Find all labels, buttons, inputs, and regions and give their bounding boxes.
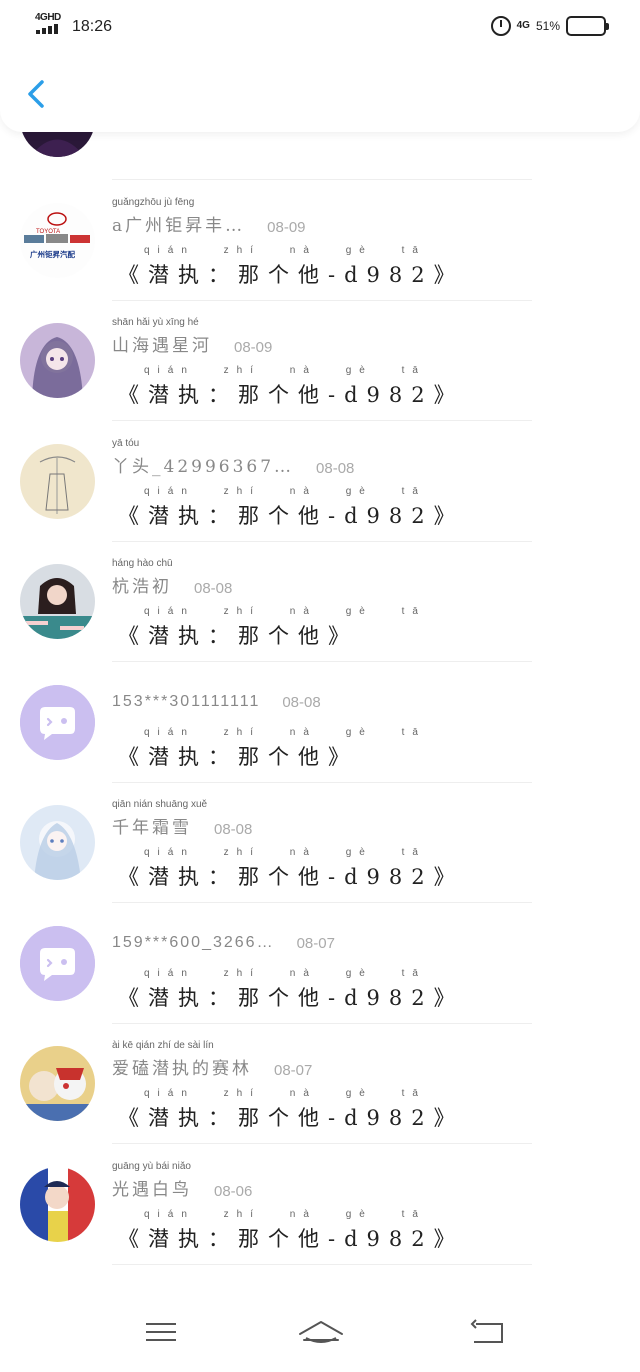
contact-name: 光遇白鸟 xyxy=(112,1179,192,1200)
conversation-row[interactable]: háng hào chū 杭浩初 08-08 qián zhí nà gè tā… xyxy=(0,542,640,662)
name-pinyin: shān hǎi yù xīng hé xyxy=(112,317,199,328)
contact-name: 159***600_3266… xyxy=(112,933,275,951)
menu-icon xyxy=(146,1323,176,1341)
conversation-row[interactable]: shān hǎi yù xīng hé 山海遇星河 08-09 qián zhí… xyxy=(0,301,640,421)
battery-percent: 51% xyxy=(535,19,560,33)
avatar-image xyxy=(20,925,95,1001)
name-pinyin: háng hào chū xyxy=(112,558,173,569)
message-pinyin: qián zhí nà gè tā xyxy=(144,1088,426,1099)
avatar[interactable] xyxy=(20,925,95,1001)
contact-name: 山海遇星河 xyxy=(112,336,212,356)
home-icon xyxy=(299,1321,343,1343)
battery-icon xyxy=(566,16,609,36)
conversation-row[interactable]: qiān nián shuāng xuě 千年霜雪 08-08 qián zhí… xyxy=(0,783,640,903)
avatar-image xyxy=(20,443,95,519)
message-date: 08-06 xyxy=(214,1182,253,1200)
message-date: 08-08 xyxy=(282,693,321,711)
conversation-row[interactable]: 153***301111111 08-08 qián zhí nà gè tā 《… xyxy=(0,663,640,783)
avatar-image xyxy=(20,1166,95,1242)
message-preview: 《潜执：那个他-d982》 xyxy=(118,262,464,287)
contact-name: 千年霜雪 xyxy=(112,818,192,838)
avatar-image xyxy=(20,805,95,880)
message-preview: 《潜执：那个他-d982》 xyxy=(118,503,464,528)
contact-name: 153***301111111 xyxy=(112,692,261,710)
message-pinyin: qián zhí nà gè tā xyxy=(144,726,426,738)
message-pinyin: qián zhí nà gè tā xyxy=(144,485,426,497)
avatar[interactable] xyxy=(20,443,95,519)
message-date: 08-07 xyxy=(274,1062,313,1079)
name-pinyin: yā tóu xyxy=(112,437,140,449)
conversation-row[interactable]: guāng yù bái niǎo 光遇白鸟 08-06 qián zhí nà… xyxy=(0,1145,640,1265)
header xyxy=(0,52,640,132)
conversation-row[interactable]: ài kē qián zhí de sài lín 爱磕潜执的赛林 08-07 … xyxy=(0,1024,640,1144)
avatar-image xyxy=(20,684,95,760)
conversation-row[interactable]: yā tóu 丫头_42996367… 08-08 qián zhí nà gè… xyxy=(0,422,640,542)
contact-name: 杭浩初 xyxy=(112,577,172,597)
network-type: 4GHD xyxy=(35,12,61,23)
message-pinyin: qián zhí nà gè tā xyxy=(144,244,426,256)
message-preview: 《潜执：那个他-d982》 xyxy=(118,865,464,889)
name-pinyin: ài kē qián zhí de sài lín xyxy=(112,1040,214,1051)
message-preview: 《潜执：那个他》 xyxy=(118,744,358,769)
avatar[interactable]: TOYOTA 广州钜昇汽配 xyxy=(20,202,95,278)
message-pinyin: qián zhí nà gè tā xyxy=(144,967,426,979)
message-preview: 《潜执：那个他-d982》 xyxy=(118,383,464,407)
system-back-button[interactable] xyxy=(462,1312,512,1352)
message-date: 08-09 xyxy=(267,218,306,236)
conversation-row[interactable]: 159***600_3266… 08-07 qián zhí nà gè tā 《… xyxy=(0,904,640,1024)
clock: 18:26 xyxy=(72,18,113,35)
signal-icon xyxy=(36,24,58,34)
alarm-icon xyxy=(490,16,511,36)
message-date: 08-08 xyxy=(214,821,253,838)
message-pinyin: qián zhí nà gè tā xyxy=(144,1208,426,1220)
mobile-data-label: 4G xyxy=(516,20,530,31)
avatar-image: TOYOTA 广州钜昇汽配 xyxy=(20,202,95,278)
message-pinyin: qián zhí nà gè tā xyxy=(144,365,426,376)
back-icon xyxy=(470,1319,503,1343)
avatar[interactable] xyxy=(20,684,95,760)
avatar-text-bottom: 广州钜昇汽配 xyxy=(30,249,75,259)
message-preview: 《潜执：那个他-d982》 xyxy=(118,1226,464,1251)
name-pinyin: guǎngzhōu jù fēng xyxy=(112,196,195,208)
avatar[interactable] xyxy=(20,1046,95,1121)
avatar[interactable] xyxy=(20,1166,95,1242)
navigation-bar xyxy=(0,1292,640,1372)
message-date: 08-09 xyxy=(234,339,273,356)
avatar-image xyxy=(20,1046,95,1121)
contact-name: 爱磕潜执的赛林 xyxy=(112,1059,252,1079)
avatar[interactable] xyxy=(20,323,95,398)
home-button[interactable] xyxy=(294,1312,348,1352)
avatar[interactable] xyxy=(20,805,95,880)
message-list[interactable]: 《潜执：那个他-d982》 TOYOTA 广州钜昇汽配 guǎngzhōu jù fē… xyxy=(0,120,640,1292)
avatar-image xyxy=(20,564,95,639)
avatar[interactable] xyxy=(20,564,95,639)
message-date: 08-08 xyxy=(316,459,355,477)
status-icons: 4G 51% xyxy=(490,14,609,38)
message-preview: 《潜执：那个他-d982》 xyxy=(118,1106,464,1130)
avatar-image xyxy=(20,323,95,398)
message-pinyin: qián zhí nà gè tā xyxy=(144,847,426,858)
back-button[interactable] xyxy=(18,74,58,114)
message-pinyin: qián zhí nà gè tā xyxy=(144,606,426,617)
status-bar: 4GHD 18:26 4G 51% xyxy=(0,0,640,52)
menu-button[interactable] xyxy=(136,1312,186,1352)
name-pinyin: guāng yù bái niǎo xyxy=(112,1160,191,1172)
name-pinyin: qiān nián shuāng xuě xyxy=(112,799,208,810)
contact-name: 丫头_42996367… xyxy=(112,456,295,477)
contact-name: a广州钜昇丰… xyxy=(112,215,246,236)
message-date: 08-07 xyxy=(296,934,335,952)
chevron-left-icon xyxy=(28,80,44,108)
row-divider xyxy=(112,1263,532,1265)
message-date: 08-08 xyxy=(194,580,233,597)
avatar-text-top: TOYOTA xyxy=(36,229,60,235)
message-preview: 《潜执：那个他-d982》 xyxy=(118,985,464,1010)
conversation-row[interactable]: TOYOTA 广州钜昇汽配 guǎngzhōu jù fēng a广州钜昇丰… 08… xyxy=(0,181,640,301)
message-preview: 《潜执：那个他》 xyxy=(118,624,358,648)
